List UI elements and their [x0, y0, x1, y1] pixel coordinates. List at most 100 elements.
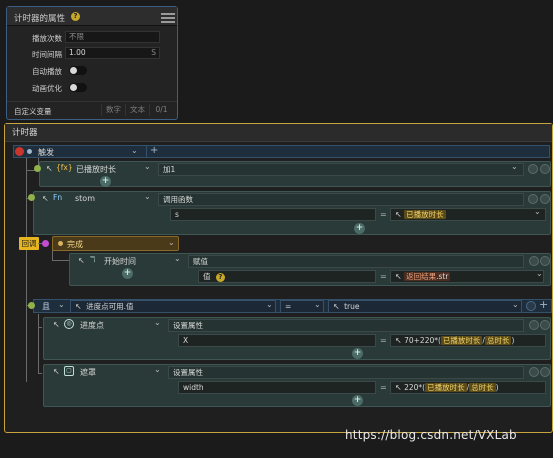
properties-panel: 计时器的属性 ? 播放次数 不限 时间间隔 1.00 S 自动播放 动画优化 自… — [6, 6, 178, 120]
interval-label: 时间间隔 — [32, 50, 62, 59]
cursor-icon: ↖ — [53, 320, 60, 329]
chevron-down-icon[interactable]: ⌄ — [536, 269, 543, 278]
action-block-call-function: ↖ Fn stom ⌄ 调用函数 s = ↖ 已播放时长 ⌄ + — [28, 191, 551, 235]
param-value-field[interactable]: ↖ 70+220*(已播放时长 / 总时长) — [390, 334, 546, 347]
add-param-icon[interactable]: + — [352, 395, 363, 406]
cursor-icon: ↖ — [78, 256, 85, 265]
add-icon[interactable]: + — [539, 298, 548, 311]
timer-title: 计时器 — [5, 124, 552, 142]
action-block-set-width: ↖ ▢ 遮罩 ⌄ 设置属性 width = ↖ 220*(已播放时长 / 总时长) … — [43, 364, 551, 407]
autoplay-toggle[interactable] — [69, 66, 87, 75]
add-step-icon[interactable]: + — [100, 176, 111, 187]
chevron-down-icon[interactable]: ⌄ — [534, 207, 541, 216]
callback-dot-icon[interactable] — [42, 240, 49, 247]
chevron-down-icon[interactable]: ⌄ — [511, 162, 518, 171]
action-select[interactable]: 赋值 — [188, 255, 524, 268]
equals-sign: = — [380, 383, 387, 392]
equals-sign: = — [380, 210, 387, 219]
play-count-field[interactable]: 不限 — [65, 31, 160, 43]
tab-text[interactable]: 文本 — [125, 104, 149, 116]
play-count-label: 播放次数 — [32, 34, 62, 43]
close-icon[interactable] — [540, 164, 550, 174]
chevron-down-icon[interactable]: ⌄ — [154, 365, 161, 374]
chevron-down-icon[interactable]: ⌄ — [512, 300, 519, 309]
time-variable-icon: ℸ — [90, 255, 96, 264]
add-icon[interactable]: + — [150, 145, 158, 156]
chevron-down-icon[interactable]: ⌄ — [154, 318, 161, 327]
add-step-icon[interactable]: + — [122, 268, 133, 279]
properties-panel-header: 计时器的属性 ? — [7, 7, 177, 26]
collapse-dot-icon[interactable] — [15, 147, 24, 156]
action-select[interactable]: 设置属性 — [168, 319, 524, 332]
cursor-icon: ↖ — [333, 302, 340, 311]
autoplay-label: 自动播放 — [32, 67, 62, 76]
equals-sign: = — [380, 272, 387, 281]
action-block-set-x: ↖ ◎ 进度点 ⌄ 设置属性 X = ↖ 70+220*(已播放时长 / 总时长) … — [43, 317, 551, 360]
param-value-field[interactable]: ↖ 220*(已播放时长 / 总时长) — [390, 381, 546, 394]
animation-optimize-label: 动画优化 — [32, 84, 62, 93]
chevron-down-icon[interactable]: ⌄ — [168, 238, 175, 247]
tab-boolean[interactable]: 0/1 — [149, 104, 173, 116]
options-icon[interactable] — [528, 164, 538, 174]
target-label: 开始时间 — [104, 257, 136, 266]
chevron-down-icon[interactable]: ⌄ — [131, 146, 138, 155]
condition-row: 且 ⌄ ↖ 进度点可用.值 ⌄ = ⌄ ↖ true ⌄ + — [28, 298, 552, 313]
properties-panel-title: 计时器的属性 — [14, 14, 66, 24]
action-select[interactable]: 加1 — [158, 163, 524, 176]
close-icon[interactable] — [540, 194, 550, 204]
help-icon[interactable]: ? — [71, 12, 80, 21]
target-label: stom — [75, 194, 95, 203]
options-icon[interactable] — [526, 301, 536, 311]
close-icon[interactable] — [540, 367, 550, 377]
mask-icon: ▢ — [64, 366, 74, 376]
interval-field[interactable]: 1.00 S — [65, 47, 160, 59]
action-select[interactable]: 调用函数 — [158, 193, 524, 206]
condition-value-field[interactable]: ↖ true — [328, 300, 522, 313]
condition-target-select[interactable]: ↖ 进度点可用.值 — [70, 300, 276, 313]
callback-badge: 回调 — [19, 237, 39, 250]
cursor-icon: ↖ — [46, 164, 53, 173]
equals-sign: = — [380, 336, 387, 345]
param-name: X — [178, 334, 376, 347]
help-icon[interactable]: ? — [215, 272, 225, 282]
add-param-icon[interactable]: + — [354, 223, 365, 234]
add-param-icon[interactable]: + — [352, 348, 363, 359]
progress-point-icon: ◎ — [64, 319, 74, 329]
cursor-icon: ↖ — [395, 383, 402, 392]
action-block-increment: ↖ {fx} 已播放时长 ⌄ 加1 ⌄ + — [34, 161, 551, 187]
trigger-label: 触发 — [38, 148, 54, 157]
function-icon: Fn — [53, 193, 63, 202]
target-label: 已播放时长 — [76, 165, 116, 174]
close-icon[interactable] — [540, 320, 550, 330]
options-icon[interactable] — [528, 194, 538, 204]
custom-variable-label: 自定义变量 — [14, 107, 52, 116]
chevron-down-icon[interactable]: ⌄ — [144, 192, 151, 201]
close-icon[interactable] — [540, 256, 550, 266]
param-value-field[interactable]: ↖ 返回结果.str — [390, 270, 544, 283]
options-icon[interactable] — [529, 367, 539, 377]
animation-optimize-toggle[interactable] — [69, 83, 87, 92]
hamburger-menu-icon[interactable] — [161, 12, 175, 23]
trigger-row: 触发 ⌄ + — [13, 145, 550, 158]
callback-name: 完成 — [67, 240, 83, 249]
param-name: 值 ? — [198, 270, 376, 283]
action-select[interactable]: 设置属性 — [168, 366, 524, 379]
chevron-down-icon[interactable]: ⌄ — [174, 254, 181, 263]
variable-fx-icon: {fx} — [56, 163, 73, 172]
param-value-field[interactable]: ↖ 已播放时长 — [390, 208, 546, 221]
chevron-down-icon[interactable]: ⌄ — [144, 162, 151, 171]
chevron-down-icon[interactable]: ⌄ — [58, 300, 65, 309]
target-label: 进度点 — [80, 321, 104, 330]
chevron-down-icon[interactable]: ⌄ — [266, 300, 273, 309]
callback-complete-row: 完成 ⌄ — [52, 236, 179, 251]
options-icon[interactable] — [529, 256, 539, 266]
target-label: 遮罩 — [80, 368, 96, 377]
cursor-icon: ↖ — [75, 302, 82, 311]
timer-panel: 计时器 触发 ⌄ + ↖ {fx} 已播放时长 ⌄ 加1 ⌄ + ↖ Fn st… — [4, 123, 553, 433]
options-icon[interactable] — [529, 320, 539, 330]
watermark: https://blog.csdn.net/VXLab — [345, 428, 517, 442]
param-name: width — [178, 381, 376, 394]
tab-number[interactable]: 数字 — [101, 104, 125, 116]
chevron-down-icon[interactable]: ⌄ — [314, 300, 321, 309]
interval-unit: S — [151, 48, 156, 57]
